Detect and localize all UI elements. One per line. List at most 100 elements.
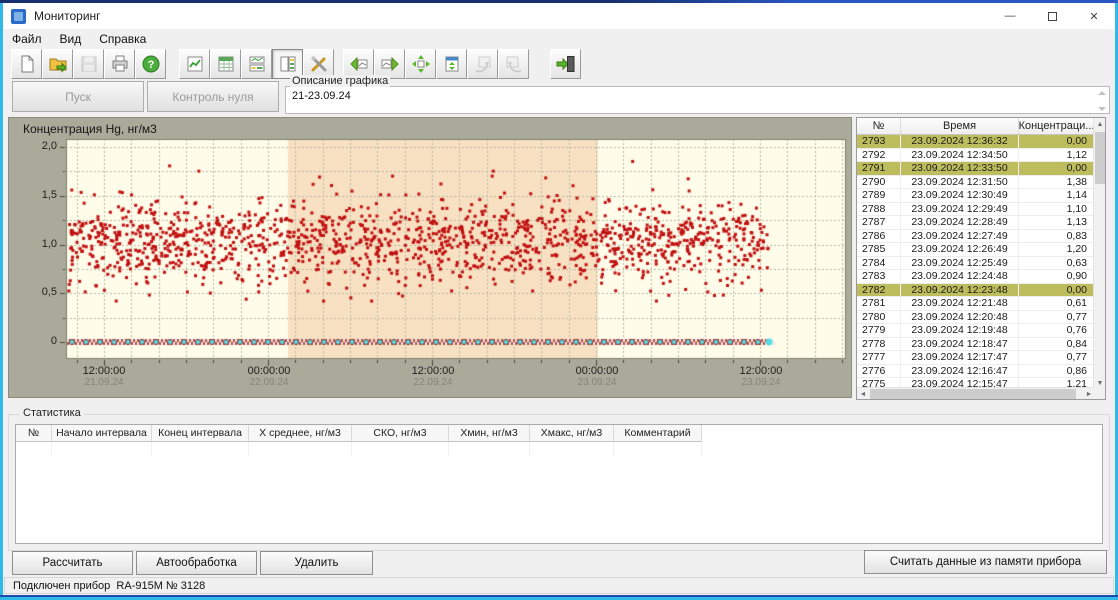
x-axis-date-label: 23.09.24 [723, 377, 799, 388]
chart-canvas[interactable] [9, 118, 853, 399]
log-cell: 0,00 [1019, 162, 1095, 175]
help-icon: ? [141, 54, 161, 74]
autoprocess-button[interactable]: Автообработка [136, 551, 257, 575]
description-scrollbar[interactable] [1097, 89, 1107, 113]
log-cell: 1,20 [1019, 243, 1095, 256]
x-axis-date-label: 21.09.24 [66, 377, 142, 388]
app-icon [11, 9, 26, 24]
log-cell: 1,14 [1019, 189, 1095, 202]
scrollbar-corner [1093, 387, 1105, 399]
view-split-horizontal-icon [247, 54, 267, 74]
toolbar-help-button[interactable]: ? [135, 49, 166, 79]
log-cell: 23.09.2024 12:27:49 [901, 230, 1019, 243]
window-border-bottom [0, 595, 1118, 600]
toolbar-fit-vertical-button[interactable] [436, 49, 467, 79]
scroll-left-icon: ◄ [857, 388, 869, 400]
chart-panel: Концентрация Hg, нг/м3 2,01,51,00,50 12:… [8, 117, 852, 398]
toolbar-new-file-button[interactable] [11, 49, 42, 79]
scroll-up-icon [1098, 91, 1106, 95]
calculate-button[interactable]: Рассчитать [12, 551, 133, 575]
start-button[interactable]: Пуск [12, 81, 144, 112]
statistics-column-header[interactable]: Хмакс, нг/м3 [530, 425, 614, 442]
toolbar-fit-all-button[interactable] [405, 49, 436, 79]
log-horizontal-scrollbar[interactable]: ◄ ► [857, 387, 1095, 399]
log-table-row[interactable]: 278323.09.2024 12:24:480,90 [857, 270, 1095, 284]
log-table-row[interactable]: 277823.09.2024 12:18:470,84 [857, 338, 1095, 352]
toolbar-open-file-button[interactable] [42, 49, 73, 79]
read-device-memory-button[interactable]: Считать данные из памяти прибора [864, 550, 1107, 574]
log-table-row[interactable]: 279223.09.2024 12:34:501,12 [857, 149, 1095, 163]
statistics-column-header[interactable]: Комментарий [614, 425, 702, 442]
toolbar-prev-scale-button[interactable] [467, 49, 498, 79]
log-cell: 0,83 [1019, 230, 1095, 243]
description-field[interactable]: 21-23.09.24 [285, 86, 1110, 114]
log-table-row[interactable]: 278223.09.2024 12:23:480,00 [857, 284, 1095, 298]
menu-bar: Файл Вид Справка [3, 29, 1115, 48]
pan-left-icon [349, 54, 369, 74]
log-cell: 2790 [857, 176, 901, 189]
window-border-top [0, 0, 1118, 3]
y-axis-tick-label: 1,0 [23, 238, 57, 251]
statistics-empty-cell [614, 442, 702, 456]
log-column-header[interactable]: Время [901, 118, 1019, 134]
toolbar-next-scale-button[interactable] [498, 49, 529, 79]
print-icon [110, 54, 130, 74]
toolbar-view-split-horizontal-button[interactable] [241, 49, 272, 79]
status-text: Подключен прибор RA-915M № 3128 [13, 580, 205, 592]
fit-all-icon [411, 54, 431, 74]
log-column-header[interactable]: № [857, 118, 901, 134]
log-table-row[interactable]: 277923.09.2024 12:19:480,76 [857, 324, 1095, 338]
log-cell: 2776 [857, 365, 901, 378]
x-axis-tick: 12:00:0022.09.24 [395, 365, 471, 388]
delete-button[interactable]: Удалить [260, 551, 373, 575]
log-table-row[interactable]: 277623.09.2024 12:16:470,86 [857, 365, 1095, 379]
menu-help[interactable]: Справка [90, 32, 155, 46]
log-column-header[interactable]: Концентраци... [1019, 118, 1095, 134]
statistics-group: Статистика №Начало интервалаКонец интерв… [8, 414, 1110, 551]
statistics-column-header[interactable]: СКО, нг/м3 [352, 425, 449, 442]
y-axis-tick-label: 2,0 [23, 140, 57, 153]
log-table-row[interactable]: 278923.09.2024 12:30:491,14 [857, 189, 1095, 203]
statistics-column-header[interactable]: Х среднее, нг/м3 [249, 425, 352, 442]
log-table-row[interactable]: 279023.09.2024 12:31:501,38 [857, 176, 1095, 190]
status-bar: Подключен прибор RA-915M № 3128 [4, 577, 1114, 594]
statistics-table-header: №Начало интервалаКонец интервалаХ средне… [16, 425, 1102, 442]
log-table-row[interactable]: 277723.09.2024 12:17:470,77 [857, 351, 1095, 365]
maximize-button[interactable] [1031, 3, 1073, 29]
log-table-row[interactable]: 279323.09.2024 12:36:320,00 [857, 135, 1095, 149]
log-cell: 0,00 [1019, 135, 1095, 148]
statistics-column-header[interactable]: Начало интервала [52, 425, 152, 442]
minimize-button[interactable]: — [989, 3, 1031, 29]
log-table-row[interactable]: 278523.09.2024 12:26:491,20 [857, 243, 1095, 257]
menu-view[interactable]: Вид [51, 32, 91, 46]
horizontal-scroll-thumb[interactable] [870, 389, 1076, 399]
log-table-row[interactable]: 278623.09.2024 12:27:490,83 [857, 230, 1095, 244]
toolbar-print-button[interactable] [104, 49, 135, 79]
log-cell: 0,76 [1019, 324, 1095, 337]
statistics-column-header[interactable]: Хмин, нг/м3 [449, 425, 530, 442]
log-table-row[interactable]: 278123.09.2024 12:21:480,61 [857, 297, 1095, 311]
log-table-row[interactable]: 278423.09.2024 12:25:490,63 [857, 257, 1095, 271]
log-cell: 23.09.2024 12:28:49 [901, 216, 1019, 229]
log-cell: 23.09.2024 12:23:48 [901, 284, 1019, 297]
log-table-row[interactable]: 278023.09.2024 12:20:480,77 [857, 311, 1095, 325]
log-table-row[interactable]: 278723.09.2024 12:28:491,13 [857, 216, 1095, 230]
statistics-column-header[interactable]: № [16, 425, 52, 442]
zero-control-button[interactable]: Контроль нуля [147, 81, 279, 112]
log-vertical-scrollbar[interactable]: ▲ ▼ [1093, 118, 1105, 389]
log-table-row[interactable]: 278823.09.2024 12:29:491,10 [857, 203, 1095, 217]
pan-right-icon [380, 54, 400, 74]
statistics-empty-row [16, 442, 1102, 456]
close-button[interactable]: ✕ [1073, 3, 1115, 29]
toolbar-save-file-button[interactable] [73, 49, 104, 79]
toolbar-view-chart-button[interactable] [179, 49, 210, 79]
log-table-header: №ВремяКонцентраци... [857, 118, 1105, 135]
menu-file[interactable]: Файл [3, 32, 51, 46]
toolbar-view-table-button[interactable] [210, 49, 241, 79]
toolbar-exit-button[interactable] [550, 49, 581, 79]
log-table-row[interactable]: 279123.09.2024 12:33:500,00 [857, 162, 1095, 176]
log-cell: 23.09.2024 12:17:47 [901, 351, 1019, 364]
statistics-column-header[interactable]: Конец интервала [152, 425, 249, 442]
vertical-scroll-thumb[interactable] [1095, 132, 1105, 184]
statistics-empty-cell [449, 442, 530, 456]
